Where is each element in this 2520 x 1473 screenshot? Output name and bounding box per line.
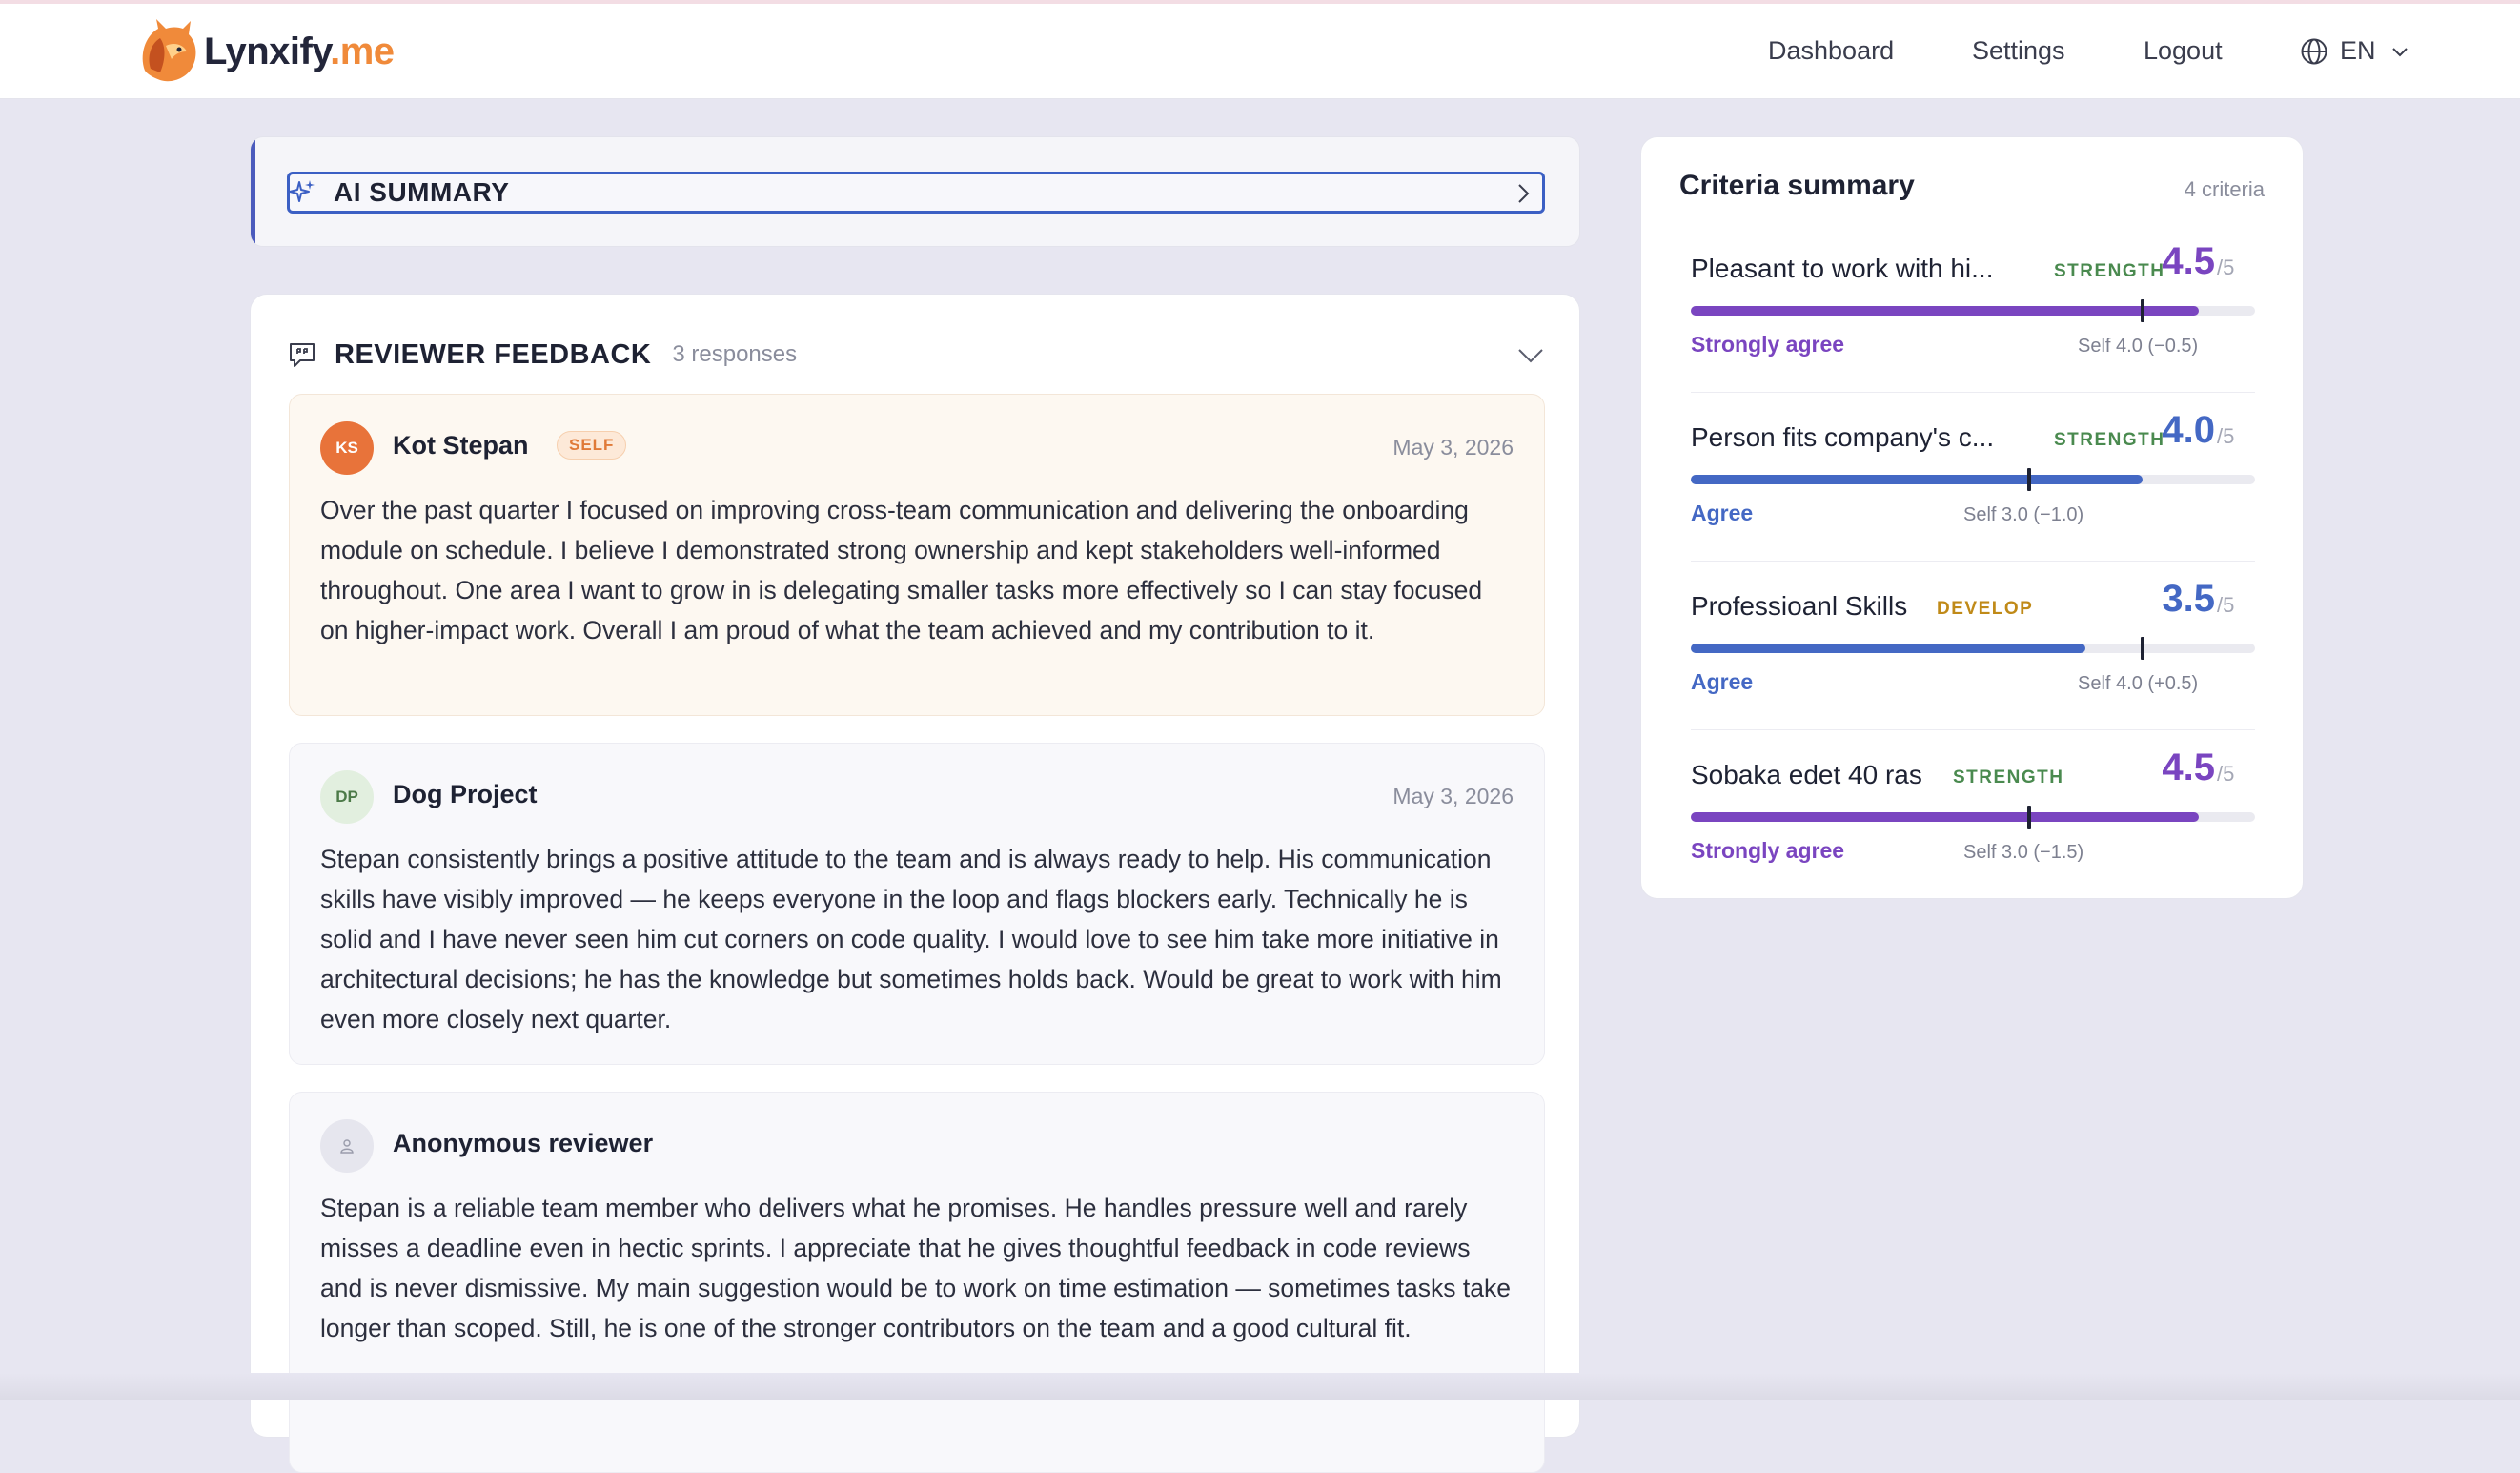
brand-logo[interactable]: Lynxify.me [137,17,395,86]
review-card: DP Dog Project May 3, 2026 Stepan consis… [289,743,1545,1065]
user-icon [340,1139,354,1154]
reviewer-name: Dog Project [393,780,538,808]
chevron-down-icon[interactable] [1516,342,1545,367]
develop-tag: DEVELOP [1937,599,2034,619]
criterion-score: 4.5 [2162,747,2215,788]
ai-summary-accent-bar [251,137,255,246]
criterion-divider [1691,729,2255,730]
language-selector[interactable]: EN [2300,4,2410,98]
nav-settings[interactable]: Settings [1972,4,2065,98]
response-count: 3 responses [672,341,798,367]
nav-logout[interactable]: Logout [2144,4,2223,98]
score-bar [1691,299,2255,322]
sparkle-icon [289,180,315,202]
reviewer-feedback-title: REVIEWER FEEDBACK [335,338,652,370]
criterion-score: 4.0 [2162,409,2215,451]
brand-name: Lynxify.me [204,30,395,72]
criterion-row: Professioanl Skills DEVELOP 3.5 /5 Agree… [1691,578,2255,730]
criterion-max-score: /5 [2217,256,2235,279]
criterion-verdict: Strongly agree [1691,838,1845,863]
criteria-summary-card: Criteria summary 4 criteria Pleasant to … [1640,136,2304,899]
self-score: Self 4.0 (+0.5) [2078,673,2199,694]
strength-tag: STRENGTH [1953,767,2064,788]
criterion-score: 4.5 [2162,240,2215,282]
criterion-verdict: Agree [1691,501,1754,525]
criteria-summary-title: Criteria summary [1679,170,1915,201]
self-score-marker [2140,637,2144,660]
criterion-row: Person fits company's c... STRENGTH 4.0 … [1691,409,2255,562]
criteria-count: 4 criteria [2184,177,2265,201]
criterion-divider [1691,392,2255,393]
criterion-row: Pleasant to work with hi... STRENGTH 4.5… [1691,240,2255,393]
language-code: EN [2340,36,2376,65]
criterion-verdict: Strongly agree [1691,332,1845,357]
score-bar [1691,468,2255,491]
avatar [320,1119,374,1173]
criterion-name: Person fits company's c... [1691,422,1995,452]
criterion-name: Professioanl Skills [1691,591,1908,621]
criterion-score: 3.5 [2162,578,2215,620]
score-bar-fill [1691,475,2143,484]
ai-summary-toggle[interactable]: AI SUMMARY [287,172,1545,214]
self-score-marker [2027,468,2032,491]
self-badge: SELF [557,431,627,460]
ai-summary-card: AI SUMMARY [250,136,1580,247]
criterion-divider [1691,561,2255,562]
strength-tag: STRENGTH [2054,430,2165,450]
criterion-max-score: /5 [2217,762,2235,786]
self-score-marker [2027,806,2032,829]
review-text: Stepan consistently brings a positive at… [320,845,1502,1033]
criterion-name: Pleasant to work with hi... [1691,254,1994,283]
avatar: DP [320,770,374,824]
reviewer-name: Anonymous reviewer [393,1129,654,1157]
chevron-down-icon [2391,47,2408,56]
criterion-row: Sobaka edet 40 ras STRENGTH 4.5 /5 Stron… [1691,747,2255,899]
strength-tag: STRENGTH [2054,261,2165,281]
review-card: KS Kot Stepan SELF May 3, 2026 Over the … [289,394,1545,716]
nav-dashboard[interactable]: Dashboard [1768,4,1894,98]
criterion-max-score: /5 [2217,593,2235,617]
globe-icon [2301,38,2327,64]
criterion-verdict: Agree [1691,669,1754,694]
reviewer-name: Kot Stepan [393,431,529,460]
score-bar-fill [1691,644,2086,653]
top-navbar: Lynxify.me Dashboard Settings Logout EN [0,4,2520,99]
review-text: Over the past quarter I focused on impro… [320,496,1483,644]
bottom-edge [0,1373,2520,1400]
criterion-max-score: /5 [2217,424,2235,448]
quote-bubble-icon [290,343,315,367]
criterion-name: Sobaka edet 40 ras [1691,760,1922,789]
score-bar [1691,806,2255,829]
self-score: Self 4.0 (−0.5) [2078,336,2199,357]
self-score: Self 3.0 (−1.0) [1963,504,2084,525]
review-date: May 3, 2026 [1392,784,1514,808]
score-bar-fill [1691,812,2199,822]
review-card: Anonymous reviewer Stepan is a reliable … [289,1092,1545,1473]
self-score-marker [2140,299,2144,322]
score-bar [1691,637,2255,660]
reviewer-feedback-card: REVIEWER FEEDBACK 3 responses KS Kot Ste… [250,294,1580,1473]
self-score: Self 3.0 (−1.5) [1963,842,2084,863]
score-bar-fill [1691,306,2199,316]
avatar: KS [320,421,374,475]
ai-summary-label: AI SUMMARY [334,177,510,207]
reviewer-feedback-header[interactable]: REVIEWER FEEDBACK 3 responses [287,329,1545,380]
lynx-logo-icon [142,19,196,82]
chevron-right-icon [1518,184,1530,203]
review-text: Stepan is a reliable team member who del… [320,1194,1511,1342]
review-date: May 3, 2026 [1392,435,1514,460]
